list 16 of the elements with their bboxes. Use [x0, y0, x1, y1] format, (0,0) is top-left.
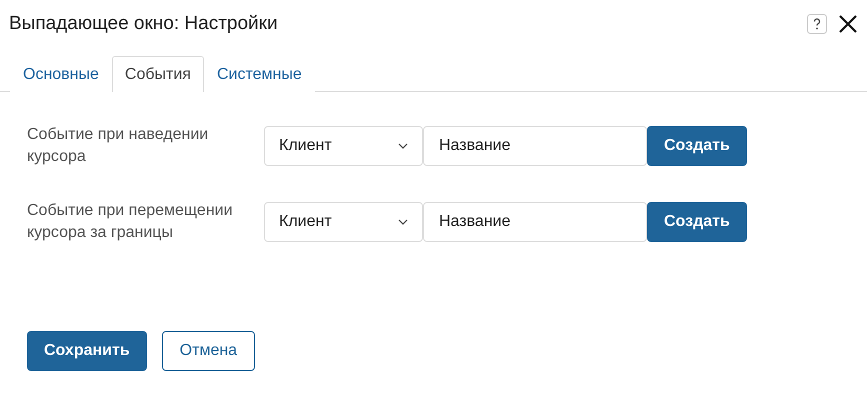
create-button[interactable]: Создать: [647, 202, 747, 242]
window-title: Выпадающее окно: Настройки: [9, 13, 279, 35]
cancel-button[interactable]: Отмена: [162, 331, 256, 371]
help-icon[interactable]: [807, 14, 827, 34]
chevron-down-icon: [398, 219, 408, 225]
chevron-down-icon: [398, 143, 408, 149]
field-label: Событие при перемещении курсора за границы: [27, 201, 234, 243]
client-dropdown[interactable]: Клиент: [264, 126, 423, 166]
close-icon[interactable]: [839, 15, 857, 33]
save-button[interactable]: Сохранить: [27, 331, 147, 371]
tab[interactable]: События: [112, 56, 204, 92]
create-button[interactable]: Создать: [647, 126, 747, 166]
name-field[interactable]: Название: [423, 126, 647, 166]
client-dropdown[interactable]: Клиент: [264, 202, 423, 242]
name-field[interactable]: Название: [423, 202, 647, 242]
field-label: Событие при наведении курсора: [27, 125, 210, 167]
